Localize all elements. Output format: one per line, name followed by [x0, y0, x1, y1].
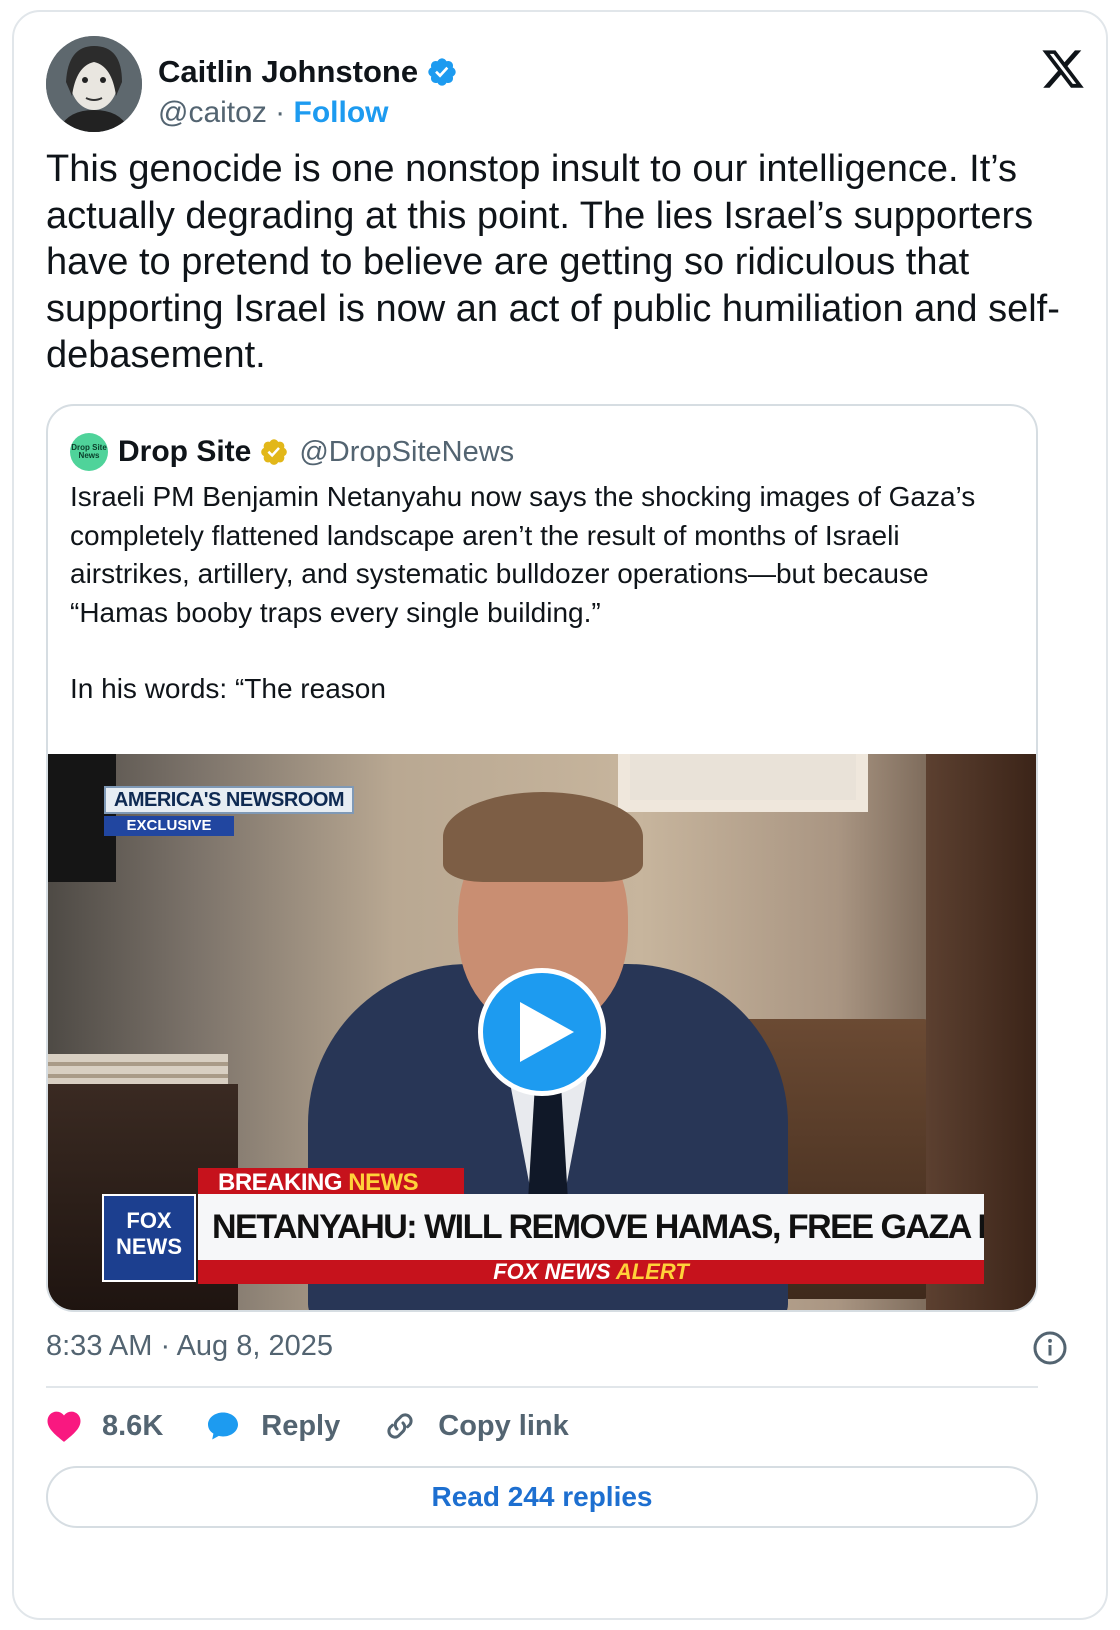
quoted-author-name[interactable]: Drop Site [118, 435, 251, 469]
video-scene-picture-frame [618, 754, 868, 812]
reply-label: Reply [261, 1409, 341, 1442]
video-player[interactable]: AMERICA'S NEWSROOM EXCLUSIVE BREAKING NE… [48, 754, 1036, 1310]
breaking-word: BREAKING [218, 1169, 343, 1196]
tweet-card: Caitlin Johnstone @caitoz · Follow This … [12, 10, 1108, 1620]
verified-badge-icon [428, 58, 456, 86]
copy-link-button[interactable]: Copy link [382, 1408, 569, 1444]
action-bar: 8.6K Reply Copy link [46, 1404, 611, 1448]
tweet-header: Caitlin Johnstone @caitoz · Follow [46, 36, 1086, 136]
quoted-header: Drop Site News Drop Site @DropSiteNews [70, 430, 514, 474]
follow-button[interactable]: Follow [294, 96, 389, 129]
quoted-paragraph: Israeli PM Benjamin Netanyahu now says t… [70, 481, 976, 628]
alert-brand: FOX NEWS [493, 1259, 611, 1284]
fox-news-logo: FOX NEWS [102, 1194, 196, 1282]
fox-news-alert-bar: FOX NEWS ALERT [198, 1260, 984, 1284]
show-tag-chyron: EXCLUSIVE [104, 816, 234, 836]
play-icon [520, 1002, 574, 1062]
quoted-author-handle[interactable]: @DropSiteNews [299, 436, 514, 469]
quoted-tweet[interactable]: Drop Site News Drop Site @DropSiteNews I… [46, 404, 1038, 1312]
x-logo-icon[interactable] [1040, 46, 1086, 92]
link-icon [387, 1413, 413, 1439]
tweet-text: This genocide is one nonstop insult to o… [46, 148, 1060, 376]
heart-icon [47, 1411, 81, 1442]
author-handle[interactable]: @caitoz [158, 96, 267, 129]
reply-button[interactable]: Reply [205, 1408, 340, 1444]
news-headline-chyron: NETANYAHU: WILL REMOVE HAMAS, FREE GAZA … [198, 1194, 984, 1260]
like-count: 8.6K [102, 1409, 164, 1442]
news-word: NEWS [348, 1169, 419, 1196]
quoted-paragraph: In his words: “The reason [70, 673, 386, 704]
verified-gold-badge-icon [261, 439, 288, 465]
video-scene-person-hair [443, 792, 643, 882]
read-replies-button[interactable]: Read 244 replies [46, 1466, 1038, 1528]
copy-link-label: Copy link [438, 1409, 569, 1442]
fox-logo-line: NEWS [116, 1234, 182, 1259]
author-name[interactable]: Caitlin Johnstone [158, 54, 418, 90]
author-name-row[interactable]: Caitlin Johnstone [158, 54, 458, 90]
quoted-avatar[interactable]: Drop Site News [70, 433, 108, 471]
fox-logo-line: FOX [126, 1208, 172, 1233]
quoted-text: Israeli PM Benjamin Netanyahu now says t… [70, 478, 1010, 747]
info-icon[interactable] [1032, 1330, 1068, 1366]
show-name-chyron: AMERICA'S NEWSROOM [104, 786, 354, 814]
handle-row: @caitoz · Follow [158, 96, 389, 130]
alert-word: ALERT [615, 1259, 689, 1284]
author-avatar[interactable] [46, 36, 142, 132]
divider [46, 1386, 1038, 1388]
play-button[interactable] [478, 968, 606, 1096]
like-button[interactable]: 8.6K [46, 1409, 163, 1443]
tweet-timestamp[interactable]: 8:33 AM · Aug 8, 2025 [46, 1330, 333, 1363]
separator-dot: · [275, 96, 286, 129]
reply-bubble-icon [208, 1412, 239, 1440]
